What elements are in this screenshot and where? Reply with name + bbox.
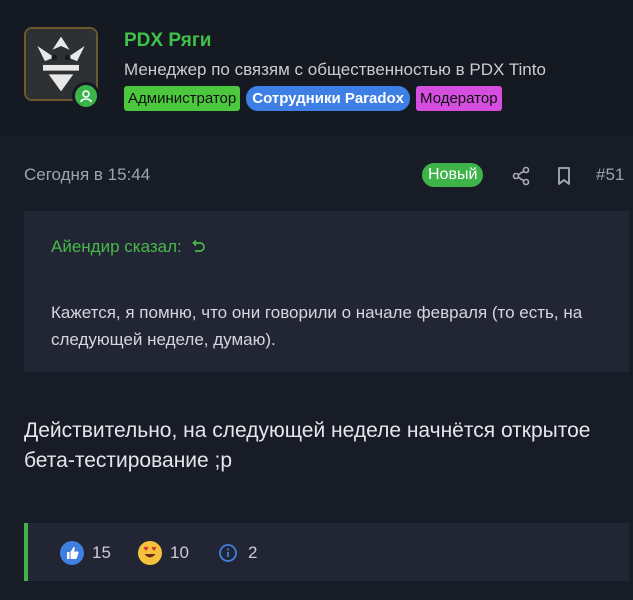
new-badge: Новый <box>422 163 484 187</box>
quote-block: Айендир сказал: Кажется, я помню, что он… <box>24 211 629 372</box>
username-link[interactable]: PDX Ряги <box>124 30 211 52</box>
like-reaction[interactable]: 15 <box>60 541 111 565</box>
user-title: Менеджер по связям с общественностью в P… <box>124 60 546 79</box>
post-meta-row: Сегодня в 15:44 Новый #51 <box>0 160 633 194</box>
info-count: 2 <box>248 543 258 562</box>
post-author-header: PDX Ряги Менеджер по связям с общественн… <box>0 0 633 136</box>
post-timestamp[interactable]: Сегодня в 15:44 <box>24 165 150 185</box>
quote-author-label: Айендир сказал: <box>51 237 182 256</box>
admin-badge: Администратор <box>124 86 241 111</box>
post-body-text: Действительно, на следующей неделе начнё… <box>24 419 591 472</box>
user-badges: Администратор Сотрудники Paradox Модерат… <box>124 86 502 111</box>
bookmark-icon[interactable] <box>553 165 575 187</box>
share-icon[interactable] <box>510 165 532 187</box>
love-eyes-icon <box>138 541 162 565</box>
quote-jump-icon[interactable] <box>190 239 206 255</box>
like-icon <box>60 541 84 565</box>
quote-author-link[interactable]: Айендир сказал: <box>51 237 206 257</box>
staff-badge: Сотрудники Paradox <box>246 86 411 111</box>
info-icon <box>219 544 237 562</box>
moderator-badge: Модератор <box>416 86 502 111</box>
love-count: 10 <box>170 543 189 562</box>
reactions-bar: 15 10 2 <box>24 523 629 581</box>
love-reaction[interactable]: 10 <box>138 541 189 565</box>
like-count: 15 <box>92 543 111 562</box>
online-status-icon <box>72 82 100 110</box>
info-reaction[interactable]: 2 <box>216 541 257 565</box>
quote-text: Кажется, я помню, что они говорили о нач… <box>51 303 583 349</box>
post-number-link[interactable]: #51 <box>596 165 624 185</box>
